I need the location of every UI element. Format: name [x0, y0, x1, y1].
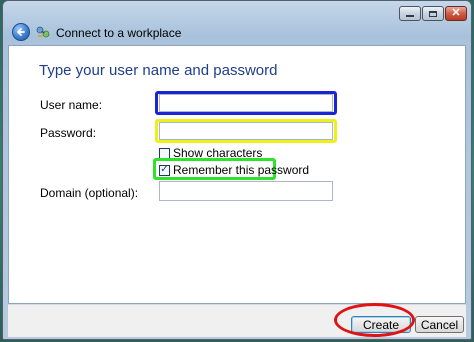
- domain-field[interactable]: [159, 181, 333, 201]
- cancel-button[interactable]: Cancel: [415, 316, 464, 333]
- username-label: User name:: [40, 98, 103, 112]
- back-button[interactable]: [12, 23, 30, 41]
- remember-password-option[interactable]: ✓ Remember this password: [159, 163, 309, 177]
- minimize-button[interactable]: [399, 6, 421, 21]
- minimize-icon: [406, 15, 414, 17]
- domain-label: Domain (optional):: [40, 186, 139, 200]
- back-arrow-icon: [17, 28, 25, 36]
- remember-password-label: Remember this password: [173, 163, 310, 177]
- wizard-window: ✕ Connect to a workplace Type your user …: [2, 0, 472, 340]
- close-icon: ✕: [451, 7, 461, 19]
- show-characters-checkbox[interactable]: [159, 147, 170, 159]
- maximize-button[interactable]: [422, 6, 444, 21]
- password-label: Password:: [40, 126, 97, 140]
- maximize-icon: [429, 10, 437, 17]
- password-field[interactable]: [159, 122, 333, 140]
- remember-password-checkbox[interactable]: ✓: [159, 164, 170, 176]
- network-connection-icon: [36, 26, 50, 38]
- page-title: Type your user name and password: [39, 62, 278, 79]
- wizard-title: Connect to a workplace: [56, 26, 182, 40]
- wizard-content: Type your user name and password User na…: [8, 45, 466, 304]
- create-highlight: [334, 303, 415, 337]
- close-button[interactable]: ✕: [445, 6, 467, 21]
- title-bar: ✕ Connect to a workplace: [3, 1, 471, 49]
- username-field[interactable]: [159, 94, 333, 112]
